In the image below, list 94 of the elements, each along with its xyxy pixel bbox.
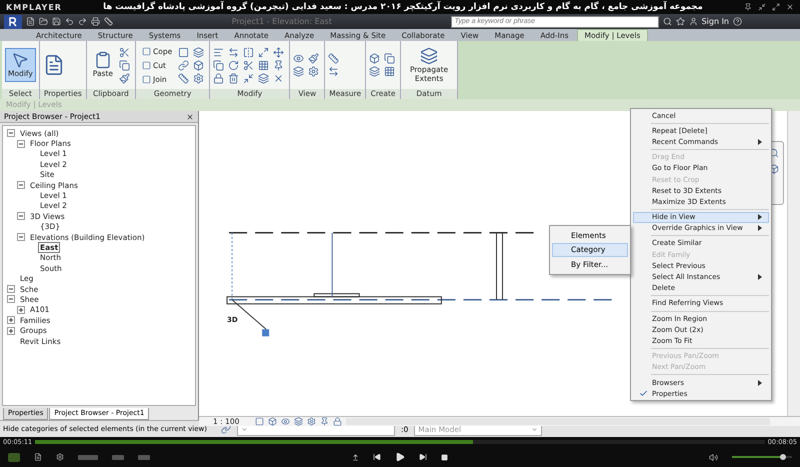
close-icon[interactable] — [273, 72, 284, 84]
box-icon[interactable] — [769, 164, 779, 174]
align-icon[interactable] — [213, 46, 224, 58]
pin-icon[interactable] — [744, 3, 752, 11]
expand-icon[interactable] — [258, 46, 270, 58]
copy-icon[interactable] — [384, 53, 396, 64]
folder-icon[interactable] — [39, 17, 48, 26]
minimize-icon[interactable] — [758, 3, 766, 11]
video-title: مجموعه آموزشی جامع ، گام به گام و کاربردی نرم افزار رویت آرکیتکچر ۲۰۱۶ مدرس : سعید فدایی (تیچرمن) گروه آموزشی پادشاه گرافیست ها — [102, 2, 704, 12]
new-file-icon[interactable] — [26, 17, 35, 26]
expand-toggle[interactable] — [17, 233, 25, 242]
scissors-icon[interactable] — [243, 60, 254, 70]
stop-button[interactable] — [440, 454, 448, 460]
previous-button[interactable] — [372, 453, 381, 461]
scissors-icon[interactable] — [119, 46, 130, 58]
maximize-icon[interactable] — [772, 3, 780, 11]
app-logo[interactable] — [4, 14, 22, 28]
pin-icon[interactable] — [320, 416, 330, 426]
layers-icon[interactable] — [294, 416, 304, 426]
volume-icon[interactable] — [708, 452, 718, 462]
redo-icon[interactable] — [78, 17, 87, 26]
grid-icon[interactable] — [384, 66, 396, 77]
layers-icon[interactable] — [420, 47, 438, 66]
save-icon[interactable] — [52, 17, 61, 26]
expand-toggle[interactable] — [7, 129, 15, 138]
pointer-icon[interactable] — [11, 51, 30, 70]
expand-toggle[interactable] — [17, 181, 25, 190]
gear-icon[interactable] — [193, 72, 204, 84]
box-icon[interactable] — [268, 416, 278, 426]
expand-toggle[interactable] — [17, 140, 25, 148]
undo-icon[interactable] — [65, 17, 74, 26]
link-icon[interactable] — [178, 60, 190, 70]
play-button[interactable] — [394, 452, 405, 462]
box-icon[interactable] — [193, 60, 204, 70]
rotate-icon[interactable] — [228, 60, 240, 70]
settings-icon[interactable] — [56, 453, 64, 461]
dropdown-icon — [240, 426, 248, 432]
gear-icon[interactable] — [308, 66, 320, 77]
user-icon[interactable] — [688, 17, 698, 26]
box-icon[interactable] — [369, 53, 380, 64]
expand-toggle[interactable] — [7, 285, 15, 294]
eye-icon[interactable] — [293, 53, 304, 64]
volume-thumb[interactable] — [780, 454, 786, 460]
square-icon[interactable] — [178, 46, 190, 58]
expand-toggle[interactable] — [7, 326, 15, 335]
square-icon[interactable] — [255, 416, 264, 426]
expand-toggle[interactable] — [17, 212, 25, 220]
expand-toggle[interactable] — [7, 295, 15, 304]
scrollbar[interactable] — [346, 418, 770, 424]
offset-icon[interactable] — [228, 46, 240, 58]
window-title: Project1 - Elevation: East — [230, 17, 333, 26]
option-chip[interactable] — [78, 454, 98, 460]
expand-toggle[interactable] — [17, 306, 25, 314]
layers-icon[interactable] — [369, 66, 380, 77]
3d-badge[interactable] — [8, 452, 20, 462]
option-chip[interactable] — [112, 454, 124, 460]
close-icon[interactable] — [186, 112, 194, 120]
ruler-icon[interactable] — [178, 72, 190, 84]
player-name: KMPLAYER — [6, 2, 62, 12]
option-chip[interactable] — [138, 454, 150, 460]
square-icon[interactable] — [142, 74, 152, 84]
next-button[interactable] — [418, 453, 427, 461]
square-icon[interactable] — [142, 60, 152, 70]
shrink-icon[interactable] — [243, 72, 254, 84]
clipboard-icon[interactable] — [94, 51, 112, 70]
dimension-icon[interactable] — [328, 66, 340, 77]
layers-icon[interactable] — [193, 46, 204, 58]
mirror-icon[interactable] — [243, 46, 254, 58]
playlist-icon[interactable] — [34, 453, 42, 461]
eject-button[interactable] — [352, 454, 359, 460]
move-icon[interactable] — [273, 46, 284, 58]
ruler-icon[interactable] — [328, 53, 340, 64]
close-icon[interactable] — [786, 3, 794, 11]
dropdown-icon — [531, 426, 538, 432]
scrollbar[interactable] — [787, 111, 800, 416]
pin-icon[interactable] — [273, 60, 284, 70]
paintbrush-icon[interactable] — [119, 72, 130, 84]
copy-icon[interactable] — [119, 60, 130, 70]
sign-in-link[interactable]: Sign In — [702, 17, 729, 26]
star-icon[interactable] — [676, 17, 685, 26]
workset-icon[interactable] — [220, 424, 231, 434]
delete-icon[interactable] — [228, 72, 240, 84]
progress-bar[interactable] — [35, 440, 765, 444]
paintbrush-icon[interactable] — [308, 53, 320, 64]
layers-icon[interactable] — [258, 72, 270, 84]
square-icon[interactable] — [142, 46, 152, 56]
layers-icon[interactable] — [293, 66, 304, 77]
help-icon[interactable] — [733, 17, 742, 26]
expand-toggle[interactable] — [7, 316, 15, 324]
gear-icon[interactable] — [307, 416, 316, 426]
eye-icon[interactable] — [281, 416, 290, 426]
copy-icon[interactable] — [213, 60, 224, 70]
printer-icon[interactable] — [91, 17, 100, 26]
grid-icon[interactable] — [258, 60, 270, 70]
